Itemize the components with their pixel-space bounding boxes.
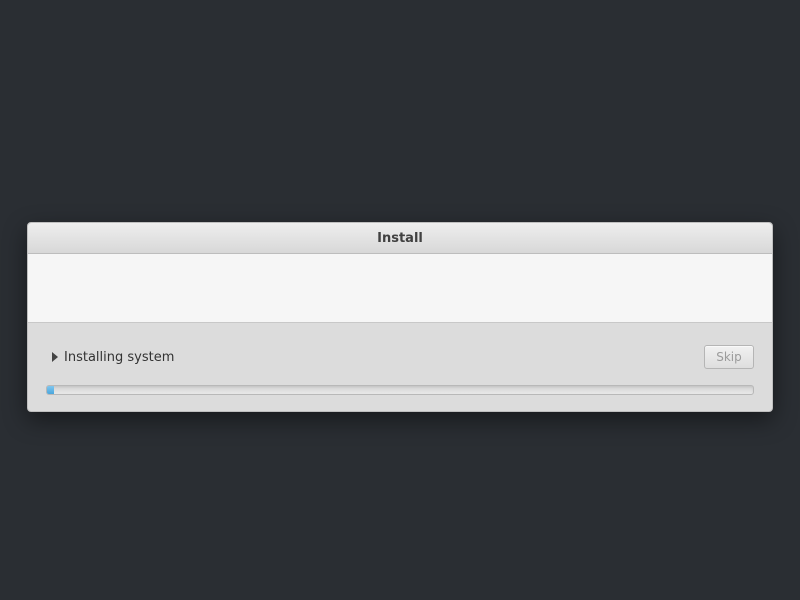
status-expander[interactable]: Installing system (46, 350, 174, 365)
progress-bar (46, 385, 754, 395)
status-text: Installing system (64, 350, 174, 365)
dialog-titlebar: Install (28, 223, 772, 254)
progress-fill (47, 386, 54, 394)
chevron-right-icon (52, 352, 58, 362)
install-dialog: Install Installing system Skip (27, 222, 773, 412)
status-row: Installing system Skip (46, 345, 754, 369)
dialog-content-area (28, 254, 772, 323)
status-area: Installing system Skip (28, 323, 772, 411)
dialog-title: Install (377, 231, 423, 246)
skip-button[interactable]: Skip (704, 345, 754, 369)
